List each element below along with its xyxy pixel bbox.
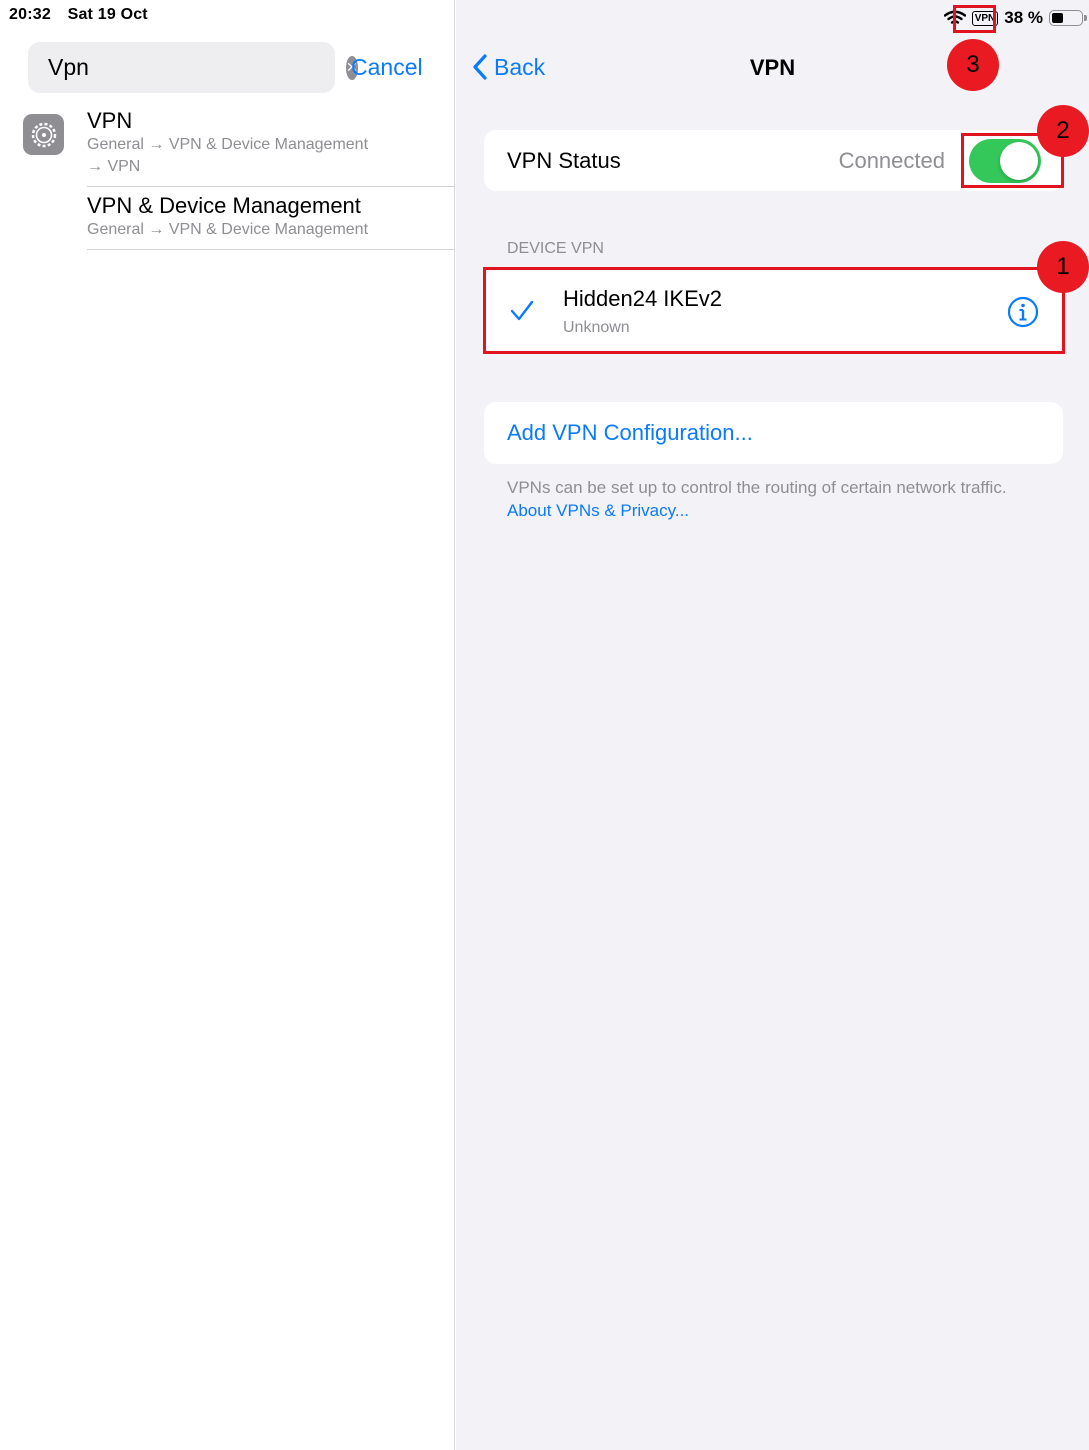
result-path: General → VPN & Device Management	[87, 136, 369, 153]
vpn-status-value: Connected	[838, 147, 945, 173]
status-date: Sat 19 Oct	[67, 6, 148, 23]
battery-icon	[1049, 10, 1087, 26]
device-vpn-row[interactable]: Hidden24 IKEv2 Unknown	[484, 270, 1063, 353]
annotation-badge-2: 2	[1037, 105, 1089, 157]
battery-fill	[1052, 13, 1063, 23]
status-time: 20:32	[9, 6, 51, 23]
status-bar-right: VPN 38 %	[943, 6, 1087, 30]
result-path-cont: → VPN	[87, 158, 141, 175]
vpn-status-label: VPN Status	[507, 147, 621, 173]
add-vpn-configuration-label: Add VPN Configuration...	[507, 420, 753, 445]
search-results-pane: ✕ Cancel VPN General → VPN & Device Mana…	[0, 0, 455, 1450]
vpn-status-row: VPN Status Connected	[484, 130, 1063, 191]
toggle-knob	[1000, 141, 1038, 180]
settings-gear-icon	[23, 114, 64, 155]
result-title: VPN	[87, 108, 133, 133]
search-input[interactable]	[46, 53, 346, 82]
checkmark-icon	[510, 300, 534, 321]
search-result-vpn-device-management[interactable]: VPN & Device Management General → VPN & …	[87, 193, 455, 250]
add-vpn-configuration-button[interactable]: Add VPN Configuration...	[484, 402, 1063, 464]
vpn-indicator-badge: VPN	[971, 10, 999, 26]
vpn-status-toggle[interactable]	[969, 138, 1041, 183]
about-vpns-privacy-link[interactable]: About VPNs & Privacy...	[507, 501, 689, 520]
annotation-badge-3: 3	[947, 39, 999, 91]
vpn-footnote: VPNs can be set up to control the routin…	[507, 476, 1047, 522]
cancel-search-button[interactable]: Cancel	[351, 54, 423, 81]
search-result-vpn[interactable]: VPN General → VPN & Device Management → …	[87, 108, 455, 187]
vpn-config-status: Unknown	[563, 319, 630, 336]
battery-percentage: 38 %	[1004, 8, 1043, 27]
wifi-icon	[943, 10, 966, 26]
footnote-text: VPNs can be set up to control the routin…	[507, 478, 1007, 497]
info-icon[interactable]	[1007, 296, 1039, 328]
search-field[interactable]: ✕	[28, 42, 358, 93]
annotation-badge-1: 1	[1037, 241, 1089, 293]
status-bar-left: 20:32 Sat 19 Oct	[9, 6, 160, 24]
vpn-config-name: Hidden24 IKEv2	[563, 286, 722, 311]
result-title: VPN & Device Management	[87, 193, 361, 218]
device-vpn-header: DEVICE VPN	[507, 240, 604, 257]
result-path: General → VPN & Device Management	[87, 221, 369, 238]
vpn-settings-pane: Back VPN VPN Status Connected DEVICE VPN…	[456, 0, 1089, 1450]
